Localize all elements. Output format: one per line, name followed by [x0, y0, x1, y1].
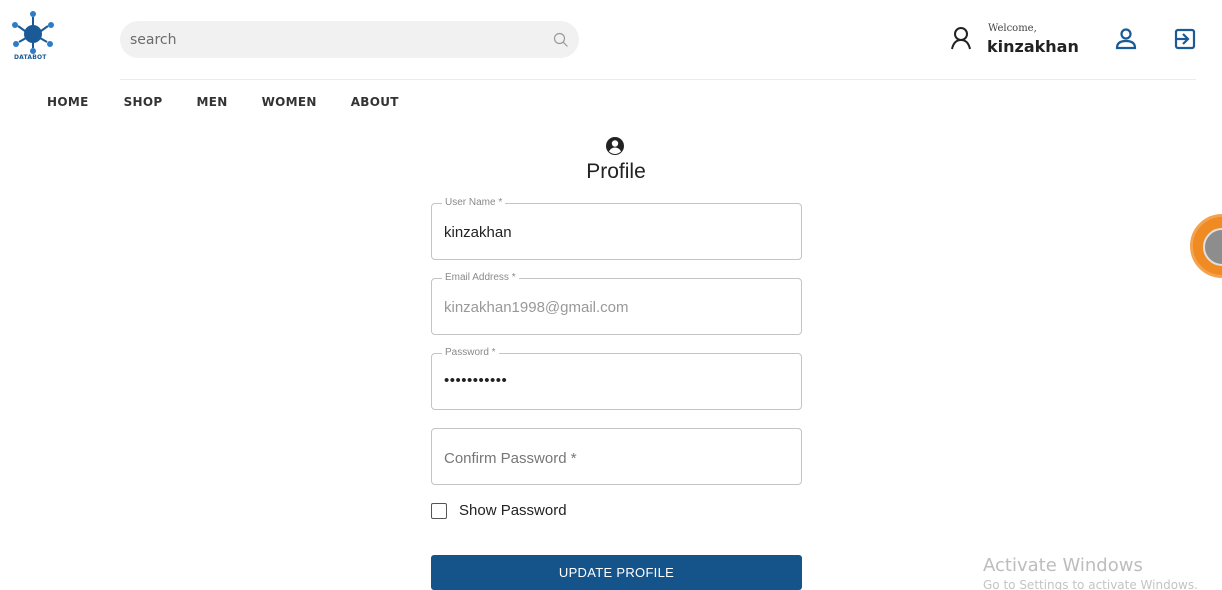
welcome-text: Welcome, — [988, 23, 1037, 34]
search-icon — [553, 32, 568, 47]
confirm-password-placeholder: Confirm Password * — [444, 450, 577, 467]
nav-shop[interactable]: SHOP — [124, 95, 163, 109]
show-password-label: Show Password — [459, 502, 567, 519]
username-field[interactable]: User Name * kinzakhan — [431, 197, 802, 260]
page: DATABOT Welcome, kinzakhan HOME SHOP MEN… — [0, 0, 1222, 590]
username-value[interactable]: kinzakhan — [444, 224, 784, 241]
show-password-checkbox[interactable] — [431, 502, 447, 519]
page-title: Profile — [586, 160, 646, 183]
username-label: User Name * — [442, 197, 506, 209]
logout-icon[interactable] — [1173, 27, 1197, 51]
nav-about[interactable]: ABOUT — [351, 95, 399, 109]
password-field[interactable]: Password * ••••••••••• — [431, 347, 802, 410]
email-label: Email Address * — [442, 272, 519, 284]
watermark-subtitle: Go to Settings to activate Windows. — [983, 578, 1198, 590]
confirm-password-field[interactable]: Confirm Password * — [431, 428, 802, 485]
search-bar — [120, 21, 579, 58]
password-value[interactable]: ••••••••••• — [444, 372, 784, 389]
account-circle-icon — [606, 137, 624, 155]
password-label: Password * — [442, 347, 499, 359]
watermark-title: Activate Windows — [983, 555, 1143, 576]
search-button[interactable] — [542, 21, 579, 58]
search-input[interactable] — [130, 21, 530, 58]
header-divider — [120, 79, 1196, 80]
nav-men[interactable]: MEN — [196, 95, 227, 109]
update-profile-button[interactable]: UPDATE PROFILE — [431, 555, 802, 590]
profile-icon[interactable] — [1115, 28, 1137, 50]
username-display: kinzakhan — [987, 37, 1079, 56]
nav-women[interactable]: WOMEN — [262, 95, 317, 109]
show-password-row[interactable]: Show Password — [431, 502, 567, 519]
email-field[interactable]: Email Address * kinzakhan1998@gmail.com — [431, 272, 802, 335]
user-icon — [951, 27, 971, 50]
email-value[interactable]: kinzakhan1998@gmail.com — [444, 299, 784, 316]
nav-home[interactable]: HOME — [47, 95, 89, 109]
logo-text: DATABOT — [14, 54, 47, 61]
main-nav: HOME SHOP MEN WOMEN ABOUT — [47, 95, 399, 109]
